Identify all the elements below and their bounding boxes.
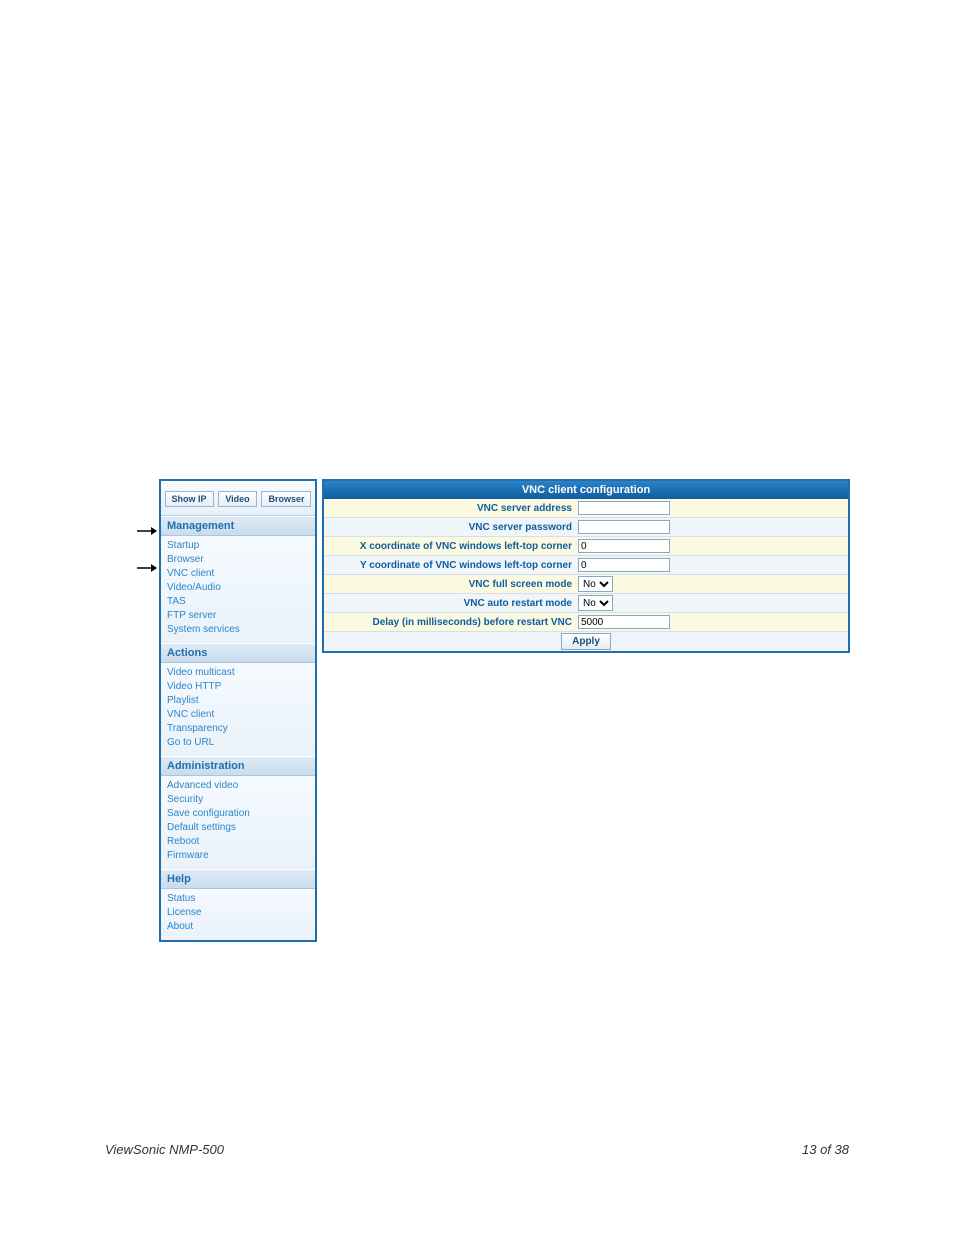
select-auto-restart[interactable]: No: [578, 595, 613, 611]
label-full-screen: VNC full screen mode: [324, 579, 576, 590]
footer-page-number: 13 of 38: [802, 1142, 849, 1157]
nav-item-system-services[interactable]: System services: [167, 623, 309, 637]
nav-item-reboot[interactable]: Reboot: [167, 835, 309, 849]
page-footer: ViewSonic NMP-500 13 of 38: [105, 1142, 849, 1157]
nav-item-browser[interactable]: Browser: [167, 553, 309, 567]
nav-item-default-settings[interactable]: Default settings: [167, 821, 309, 835]
input-x-coord[interactable]: [578, 539, 670, 553]
video-button[interactable]: Video: [218, 491, 256, 507]
nav-item-advanced-video[interactable]: Advanced video: [167, 779, 309, 793]
nav-item-status[interactable]: Status: [167, 892, 309, 906]
label-auto-restart: VNC auto restart mode: [324, 598, 576, 609]
sidebar-top-buttons: Show IP Video Browser: [161, 481, 315, 516]
sidebar: Show IP Video Browser Management Startup…: [159, 479, 317, 942]
nav-item-vnc-client-mgmt[interactable]: VNC client: [167, 567, 309, 581]
nav-item-about[interactable]: About: [167, 920, 309, 934]
nav-item-security[interactable]: Security: [167, 793, 309, 807]
nav-item-video-http[interactable]: Video HTTP: [167, 680, 309, 694]
annotation-arrow-vnc-client: [137, 563, 157, 573]
label-server-address: VNC server address: [324, 503, 576, 514]
row-apply: Apply: [324, 632, 848, 651]
input-server-address[interactable]: [578, 501, 670, 515]
nav-item-tas[interactable]: TAS: [167, 595, 309, 609]
annotation-arrow-management: [137, 526, 157, 536]
label-delay: Delay (in milliseconds) before restart V…: [324, 617, 576, 628]
nav-item-startup[interactable]: Startup: [167, 539, 309, 553]
input-y-coord[interactable]: [578, 558, 670, 572]
nav-list-actions: Video multicast Video HTTP Playlist VNC …: [161, 663, 315, 756]
label-x-coord: X coordinate of VNC windows left-top cor…: [324, 541, 576, 552]
nav-item-save-configuration[interactable]: Save configuration: [167, 807, 309, 821]
input-delay[interactable]: [578, 615, 670, 629]
nav-item-video-audio[interactable]: Video/Audio: [167, 581, 309, 595]
show-ip-button[interactable]: Show IP: [165, 491, 214, 507]
row-x-coord: X coordinate of VNC windows left-top cor…: [324, 537, 848, 556]
nav-item-license[interactable]: License: [167, 906, 309, 920]
nav-item-video-multicast[interactable]: Video multicast: [167, 666, 309, 680]
row-server-address: VNC server address: [324, 499, 848, 518]
nav-list-help: Status License About: [161, 889, 315, 940]
label-y-coord: Y coordinate of VNC windows left-top cor…: [324, 560, 576, 571]
row-y-coord: Y coordinate of VNC windows left-top cor…: [324, 556, 848, 575]
footer-product: ViewSonic NMP-500: [105, 1142, 224, 1157]
nav-item-transparency[interactable]: Transparency: [167, 722, 309, 736]
apply-button[interactable]: Apply: [561, 633, 611, 650]
nav-list-management: Startup Browser VNC client Video/Audio T…: [161, 536, 315, 643]
section-header-administration: Administration: [161, 756, 315, 776]
row-delay: Delay (in milliseconds) before restart V…: [324, 613, 848, 632]
section-header-actions: Actions: [161, 643, 315, 663]
select-full-screen[interactable]: No: [578, 576, 613, 592]
nav-item-ftp-server[interactable]: FTP server: [167, 609, 309, 623]
nav-item-playlist[interactable]: Playlist: [167, 694, 309, 708]
label-server-password: VNC server password: [324, 522, 576, 533]
main-panel-title: VNC client configuration: [324, 481, 848, 499]
browser-button[interactable]: Browser: [261, 491, 311, 507]
section-header-help: Help: [161, 869, 315, 889]
row-server-password: VNC server password: [324, 518, 848, 537]
row-auto-restart: VNC auto restart mode No: [324, 594, 848, 613]
nav-item-vnc-client-action[interactable]: VNC client: [167, 708, 309, 722]
document-page: Show IP Video Browser Management Startup…: [0, 0, 954, 1235]
row-full-screen: VNC full screen mode No: [324, 575, 848, 594]
main-panel: VNC client configuration VNC server addr…: [322, 479, 850, 653]
nav-item-go-to-url[interactable]: Go to URL: [167, 736, 309, 750]
input-server-password[interactable]: [578, 520, 670, 534]
nav-list-administration: Advanced video Security Save configurati…: [161, 776, 315, 869]
nav-item-firmware[interactable]: Firmware: [167, 849, 309, 863]
section-header-management: Management: [161, 516, 315, 536]
